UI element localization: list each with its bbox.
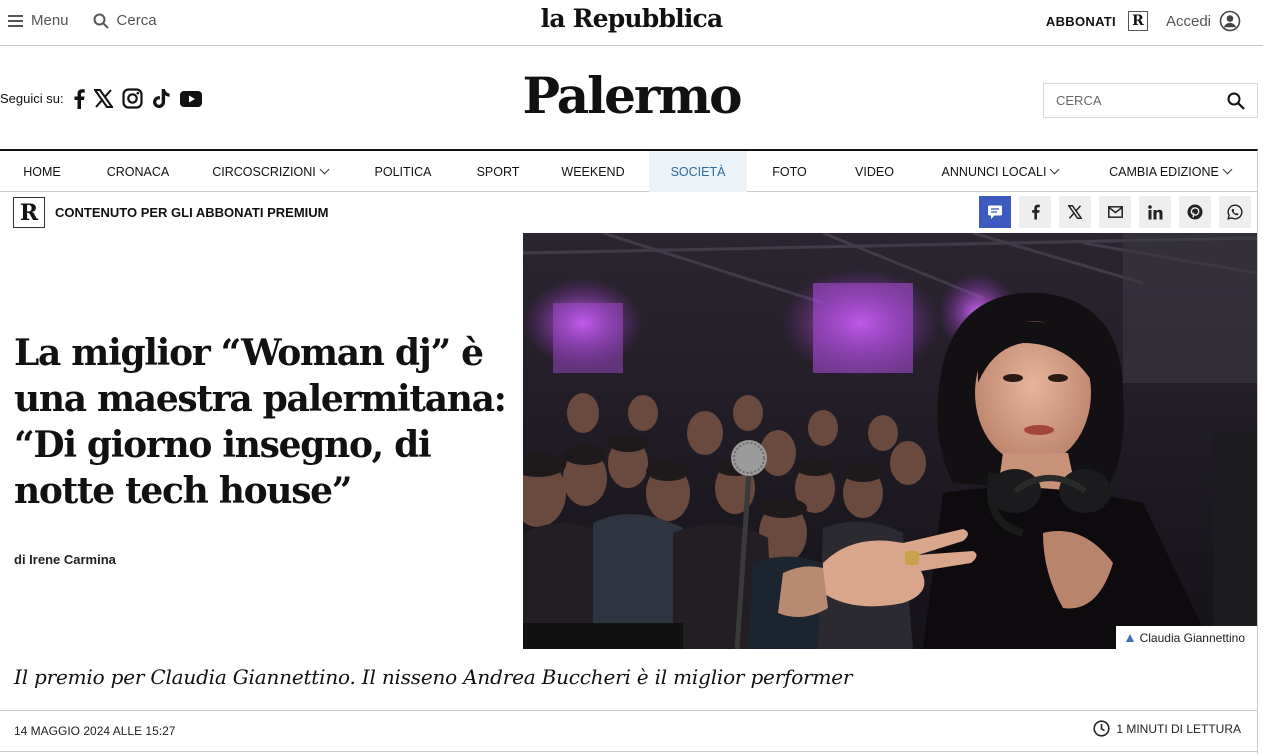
nav-label: ANNUNCI LOCALI [941,164,1047,179]
nav-label: SOCIETÀ [670,164,726,179]
article-photo[interactable]: Claudia Giannettino [523,233,1257,649]
chevron-down-icon [319,164,330,174]
premium-badge: R CONTENUTO PER GLI ABBONATI PREMIUM [13,197,328,228]
reading-time: 1 MINUTI DI LETTURA [1093,720,1241,737]
nav-label: HOME [23,164,61,179]
nav-politica[interactable]: POLITICA [348,151,458,192]
photo-credit: Claudia Giannettino [1139,631,1245,645]
nav-label: CAMBIA EDIZIONE [1109,164,1219,179]
search-icon[interactable] [1227,92,1245,110]
login-button[interactable]: Accedi [1166,10,1241,32]
nav-circoscrizioni[interactable]: CIRCOSCRIZIONI [192,151,348,192]
facebook-icon[interactable] [1019,196,1051,228]
nav-societa[interactable]: SOCIETÀ [649,151,747,192]
nav-weekend[interactable]: WEEKEND [538,151,648,192]
top-bar: Menu Cerca la Repubblica ABBONATI R Acce… [0,0,1263,46]
section-search-input[interactable]: CERCA [1043,83,1258,118]
article-date: 14 MAGGIO 2024 ALLE 15:27 [14,724,176,738]
x-icon[interactable] [1059,196,1091,228]
nav-label: POLITICA [374,164,432,179]
comment-icon[interactable] [979,196,1011,228]
linkedin-icon[interactable] [1139,196,1171,228]
article-photo-image [523,233,1257,649]
chevron-down-icon [1049,164,1060,174]
divider [0,751,1257,752]
nav-label: WEEKEND [561,164,625,179]
share-bar [979,196,1251,228]
nav-foto[interactable]: FOTO [747,151,832,192]
article-subtitle: Il premio per Claudia Giannettino. Il ni… [14,665,853,689]
premium-bar: R CONTENUTO PER GLI ABBONATI PREMIUM [0,192,1258,233]
nav-sport[interactable]: SPORT [458,151,538,192]
nav-video[interactable]: VIDEO [832,151,917,192]
divider [0,710,1257,711]
premium-r-icon[interactable]: R [1127,11,1148,31]
photo-caption[interactable]: Claudia Giannettino [1115,626,1257,649]
nav-cambia-edizione[interactable]: CAMBIA EDIZIONE [1083,151,1257,192]
mail-icon[interactable] [1099,196,1131,228]
nav-label: FOTO [772,164,807,179]
premium-label: CONTENUTO PER GLI ABBONATI PREMIUM [55,205,329,220]
user-icon [1219,10,1241,32]
article-byline[interactable]: di Irene Carmina [14,552,116,567]
nav-label: VIDEO [855,164,894,179]
nav-label: CIRCOSCRIZIONI [212,164,316,179]
premium-r-icon: R [13,197,45,228]
clock-icon [1093,720,1110,737]
pinterest-icon[interactable] [1179,196,1211,228]
main-nav: HOME CRONACA CIRCOSCRIZIONI POLITICA SPO… [0,149,1258,192]
column-divider [1257,233,1258,754]
article-headline: La miglior “Woman dj” è una maestra pale… [14,332,507,512]
nav-label: CRONACA [106,164,170,179]
login-label: Accedi [1165,12,1211,30]
top-bar-right: ABBONATI R Accedi [1046,10,1241,32]
search-placeholder: CERCA [1056,93,1102,108]
nav-label: SPORT [476,164,520,179]
caption-triangle-icon [1125,634,1134,642]
chevron-down-icon [1222,164,1233,174]
nav-annunci-locali[interactable]: ANNUNCI LOCALI [917,151,1083,192]
nav-home[interactable]: HOME [0,151,84,192]
nav-cronaca[interactable]: CRONACA [84,151,192,192]
whatsapp-icon[interactable] [1219,196,1251,228]
reading-time-label: 1 MINUTI DI LETTURA [1116,721,1241,736]
subscribe-link[interactable]: ABBONATI [1046,14,1116,29]
